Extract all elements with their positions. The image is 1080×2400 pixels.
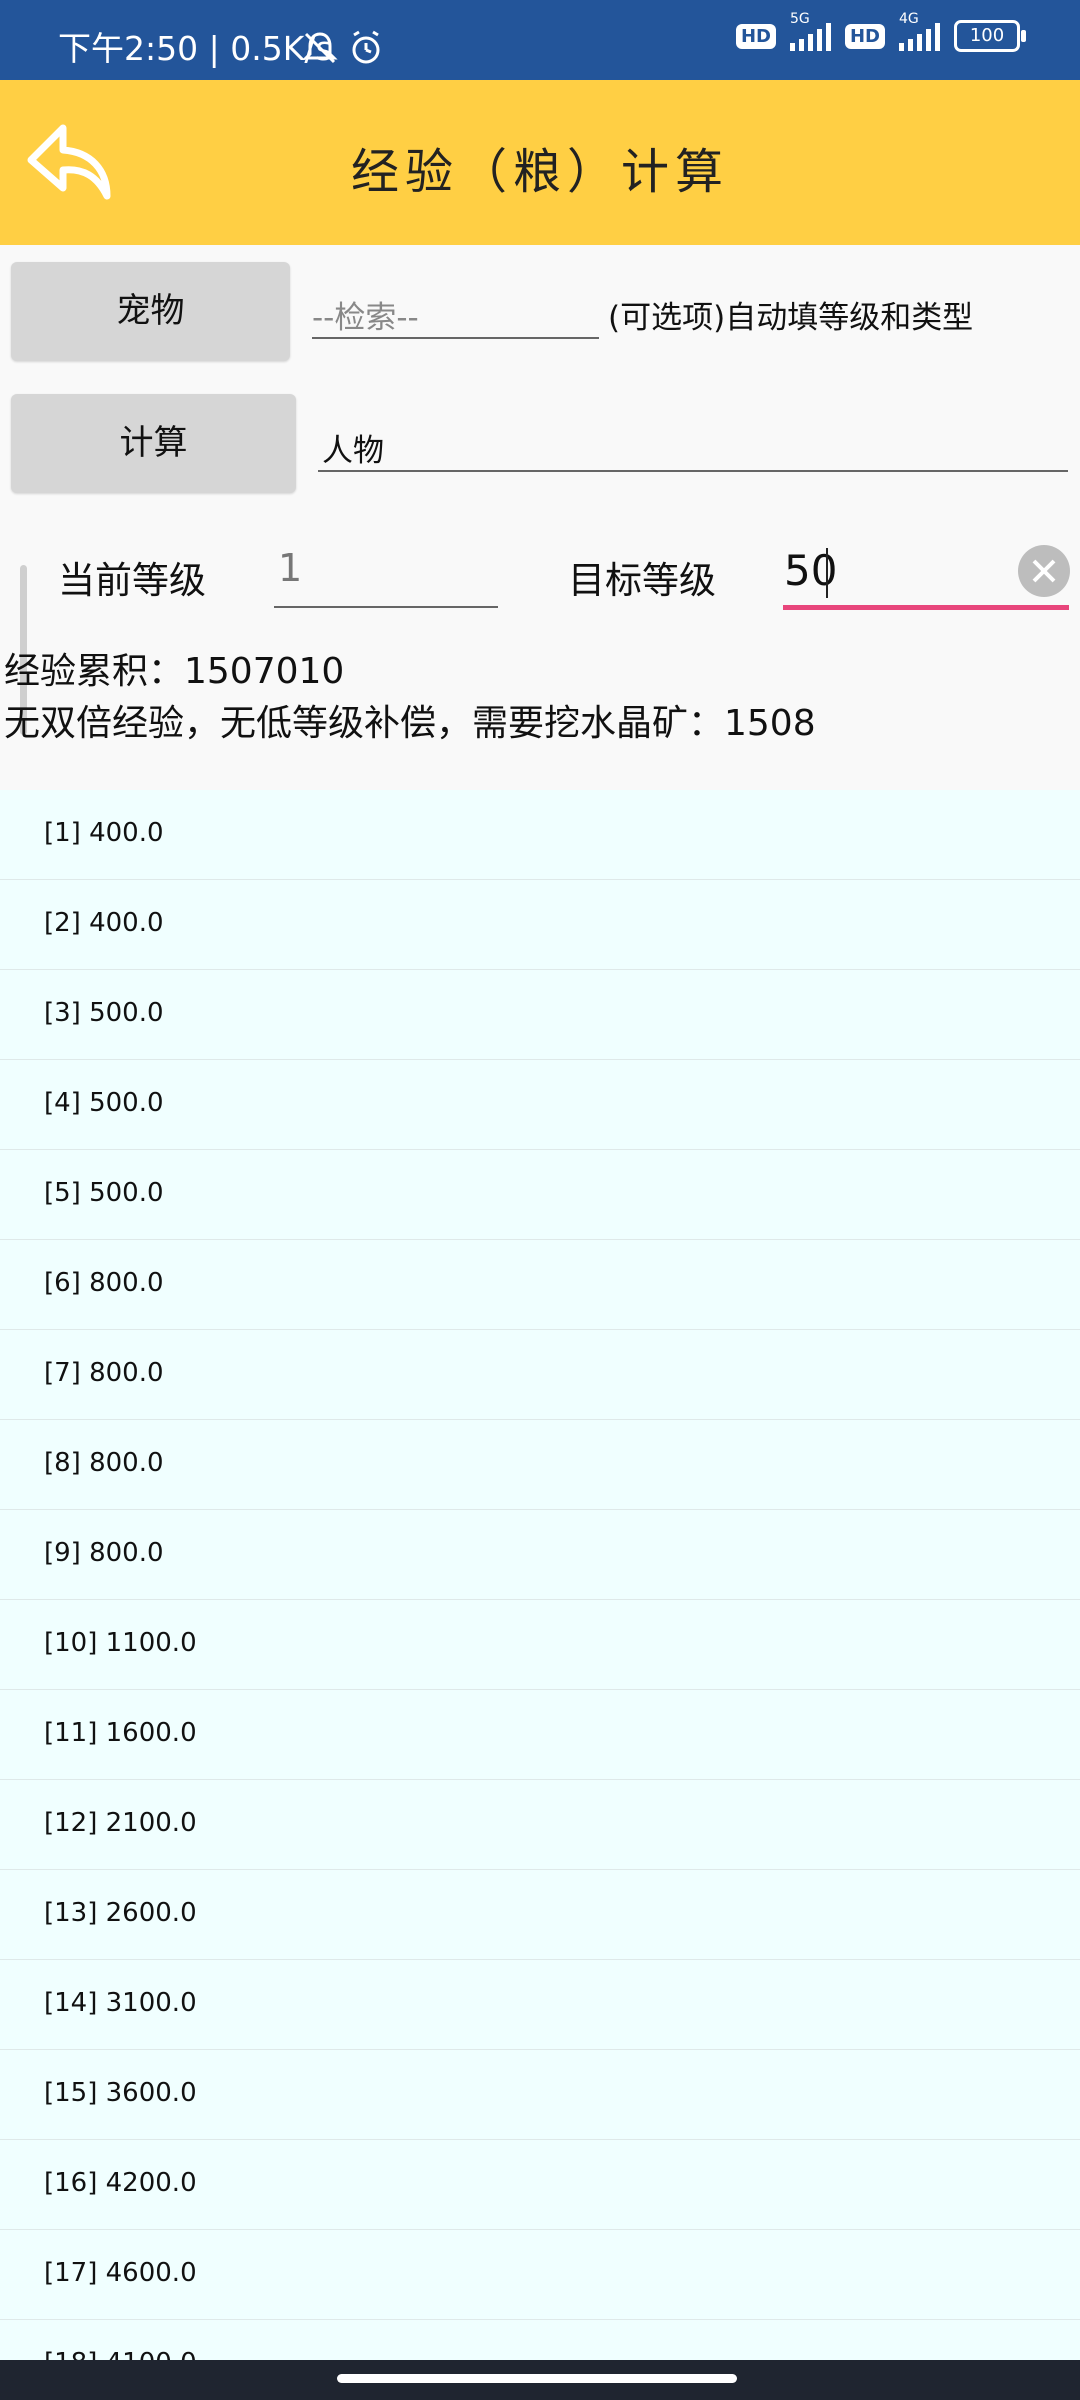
list-item[interactable]: [6] 800.0 bbox=[0, 1240, 1080, 1330]
search-underline bbox=[312, 337, 599, 339]
calc-type-field[interactable]: 人物 bbox=[322, 425, 384, 470]
list-item-text: [4] 500.0 bbox=[44, 1088, 164, 1118]
list-item[interactable]: [18] 4100.0 bbox=[0, 2320, 1080, 2360]
list-item-text: [3] 500.0 bbox=[44, 998, 164, 1028]
list-item[interactable]: [1] 400.0 bbox=[0, 790, 1080, 880]
list-item[interactable]: [9] 800.0 bbox=[0, 1510, 1080, 1600]
list-item[interactable]: [10] 1100.0 bbox=[0, 1600, 1080, 1690]
list-item-text: [1] 400.0 bbox=[44, 818, 164, 848]
list-item[interactable]: [7] 800.0 bbox=[0, 1330, 1080, 1420]
system-nav-bar bbox=[0, 2360, 1080, 2400]
clear-icon[interactable] bbox=[1018, 545, 1070, 597]
list-item[interactable]: [3] 500.0 bbox=[0, 970, 1080, 1060]
hd-icon: HD bbox=[735, 23, 776, 49]
status-time: 下午2:50 | 0.5K/s bbox=[58, 29, 333, 68]
list-item[interactable]: [16] 4200.0 bbox=[0, 2140, 1080, 2230]
exp-total: 经验累积：1507010 bbox=[4, 651, 345, 692]
status-icons: HD 5G HD 4G 100 bbox=[735, 11, 1026, 52]
signal-4g-icon: 4G bbox=[899, 11, 940, 51]
pet-button[interactable]: 宠物 bbox=[11, 262, 290, 361]
list-item-text: [17] 4600.0 bbox=[44, 2258, 197, 2288]
hd-icon: HD bbox=[844, 23, 885, 49]
list-item[interactable]: [13] 2600.0 bbox=[0, 1870, 1080, 1960]
exp-level-list[interactable]: [1] 400.0 [2] 400.0 [3] 500.0 [4] 500.0 … bbox=[0, 790, 1080, 2360]
list-item-text: [13] 2600.0 bbox=[44, 1898, 197, 1928]
list-item-text: [18] 4100.0 bbox=[44, 2348, 197, 2360]
list-item-text: [15] 3600.0 bbox=[44, 2078, 197, 2108]
target-level-underline bbox=[783, 605, 1069, 610]
alarm-icon bbox=[352, 30, 380, 64]
list-item-text: [8] 800.0 bbox=[44, 1448, 164, 1478]
result-summary: 无双倍经验，无低等级补偿，需要挖水晶矿：1508 bbox=[4, 703, 816, 744]
list-item-text: [9] 800.0 bbox=[44, 1538, 164, 1568]
target-level-input[interactable]: 50 bbox=[784, 546, 837, 595]
list-item-text: [6] 800.0 bbox=[44, 1268, 164, 1298]
home-gesture-bar[interactable] bbox=[337, 2374, 737, 2383]
current-level-input[interactable]: 1 bbox=[278, 546, 302, 590]
app-bar: 经验（粮）计算 bbox=[0, 80, 1080, 245]
battery-icon: 100 bbox=[954, 20, 1026, 52]
list-item-text: [7] 800.0 bbox=[44, 1358, 164, 1388]
search-input[interactable]: --检索-- bbox=[312, 292, 419, 337]
target-level-label: 目标等级 bbox=[568, 559, 716, 602]
list-item-text: [2] 400.0 bbox=[44, 908, 164, 938]
status-bar: 下午2:50 | 0.5K/s HD 5G HD 4G 100 bbox=[0, 0, 1080, 80]
list-item-text: [12] 2100.0 bbox=[44, 1808, 197, 1838]
list-item[interactable]: [11] 1600.0 bbox=[0, 1690, 1080, 1780]
list-item[interactable]: [17] 4600.0 bbox=[0, 2230, 1080, 2320]
list-item-text: [10] 1100.0 bbox=[44, 1628, 197, 1658]
text-cursor bbox=[826, 548, 828, 598]
current-level-label: 当前等级 bbox=[58, 559, 206, 602]
list-item[interactable]: [4] 500.0 bbox=[0, 1060, 1080, 1150]
list-item-text: [5] 500.0 bbox=[44, 1178, 164, 1208]
optional-hint: (可选项)自动填等级和类型 bbox=[608, 300, 974, 336]
bell-off-icon bbox=[302, 32, 338, 64]
list-item-text: [16] 4200.0 bbox=[44, 2168, 197, 2198]
list-item[interactable]: [15] 3600.0 bbox=[0, 2050, 1080, 2140]
list-item[interactable]: [12] 2100.0 bbox=[0, 1780, 1080, 1870]
list-item[interactable]: [2] 400.0 bbox=[0, 880, 1080, 970]
calculate-button[interactable]: 计算 bbox=[11, 394, 296, 493]
list-item-text: [11] 1600.0 bbox=[44, 1718, 197, 1748]
list-item[interactable]: [8] 800.0 bbox=[0, 1420, 1080, 1510]
list-item[interactable]: [5] 500.0 bbox=[0, 1150, 1080, 1240]
list-item[interactable]: [14] 3100.0 bbox=[0, 1960, 1080, 2050]
current-level-underline bbox=[274, 606, 498, 608]
signal-5g-icon: 5G bbox=[789, 11, 831, 51]
calc-type-underline bbox=[318, 470, 1068, 472]
page-title: 经验（粮）计算 bbox=[350, 144, 729, 200]
list-item-text: [14] 3100.0 bbox=[44, 1988, 197, 2018]
